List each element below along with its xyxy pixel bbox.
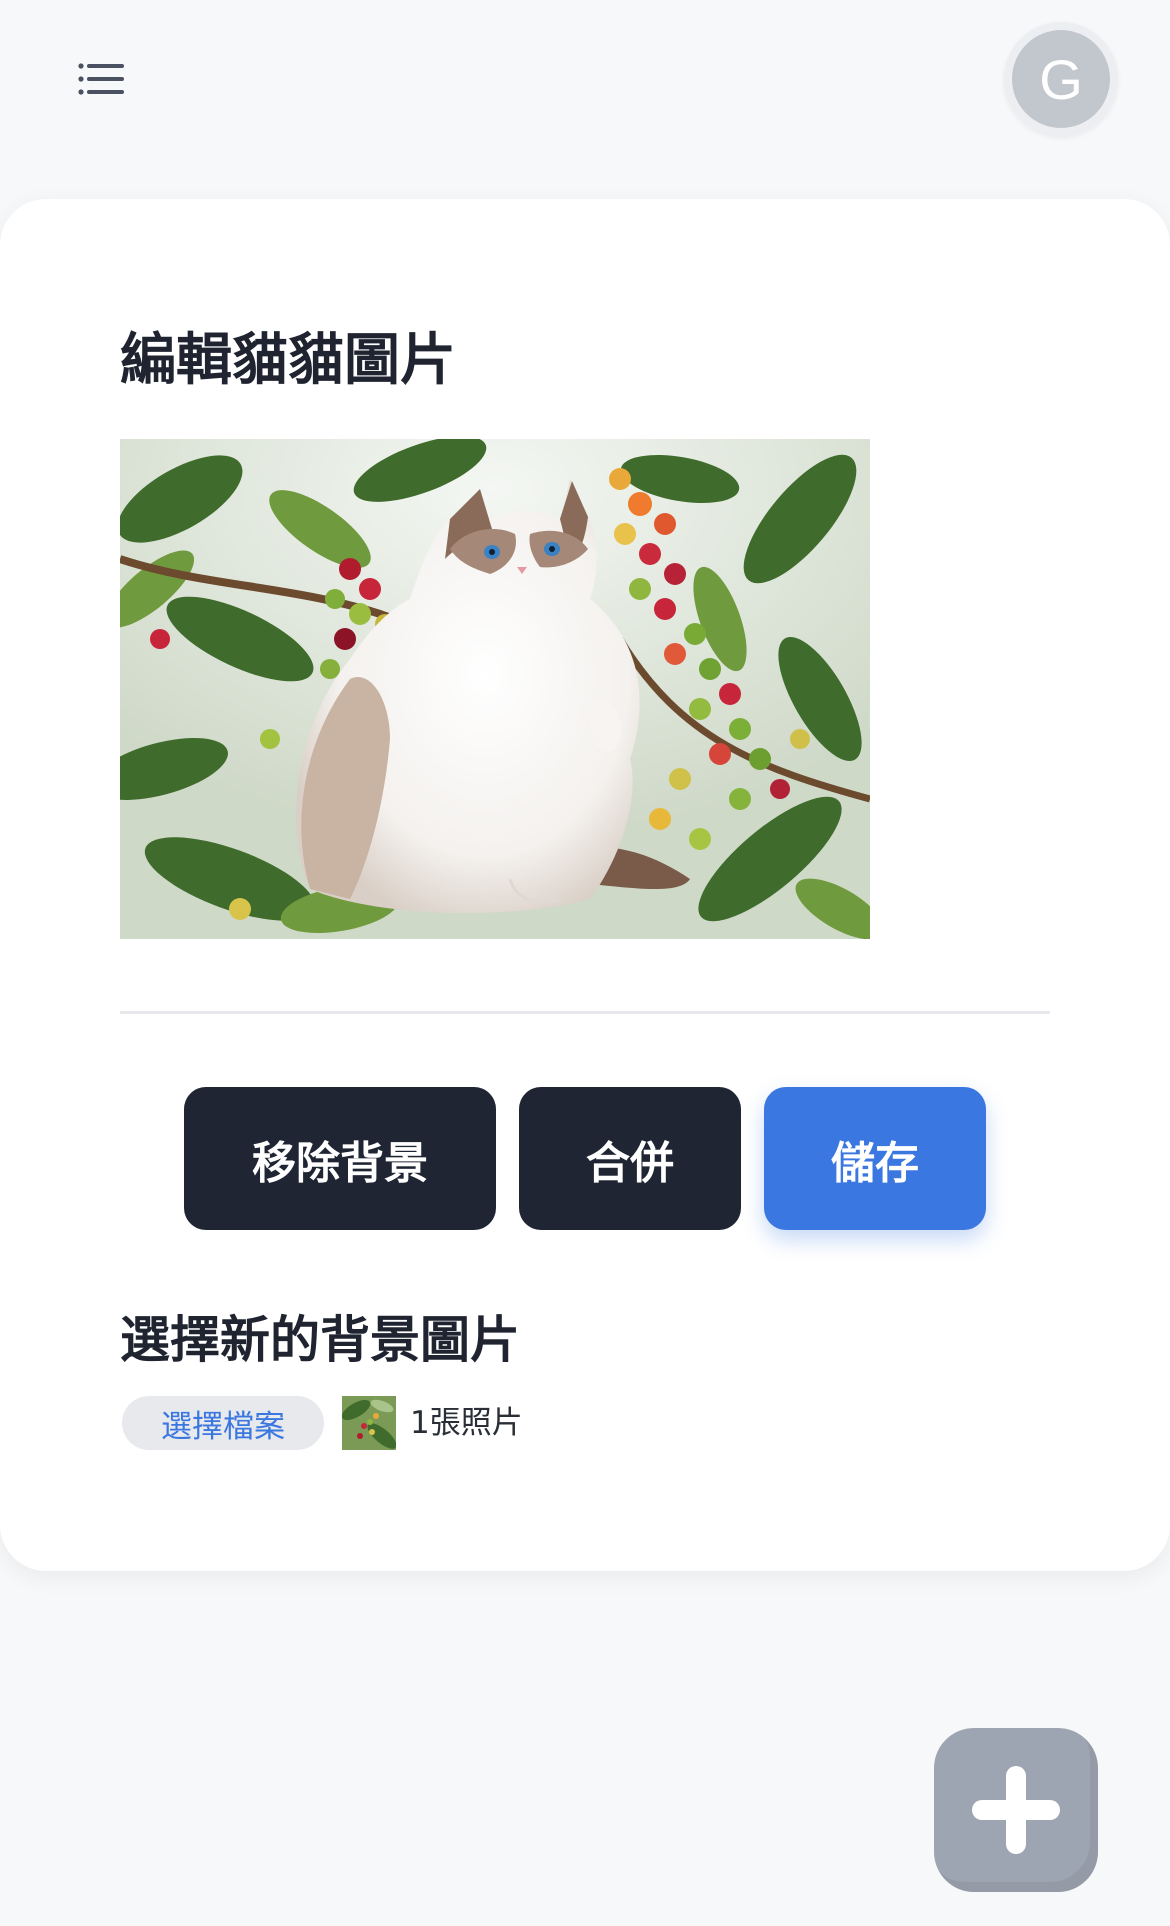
selected-file-thumbnail	[342, 1396, 396, 1450]
save-button[interactable]: 儲存	[764, 1087, 986, 1230]
remove-background-button[interactable]: 移除背景	[184, 1087, 496, 1230]
background-picker-title: 選擇新的背景圖片	[120, 1311, 520, 1369]
avatar-initial: G	[1012, 30, 1110, 128]
menu-button[interactable]	[78, 62, 124, 96]
plus-icon	[972, 1766, 1060, 1854]
top-bar: G	[0, 0, 1170, 200]
merge-button[interactable]: 合併	[519, 1087, 741, 1230]
file-count-label: 1張照片	[410, 1405, 523, 1441]
edited-cat-image	[120, 439, 870, 939]
page-title: 編輯貓貓圖片	[120, 328, 456, 393]
divider	[120, 1011, 1050, 1014]
hamburger-menu-icon	[78, 63, 124, 95]
choose-file-button[interactable]: 選擇檔案	[122, 1396, 324, 1450]
add-fab-button[interactable]	[934, 1728, 1098, 1892]
user-avatar[interactable]: G	[1004, 22, 1118, 136]
